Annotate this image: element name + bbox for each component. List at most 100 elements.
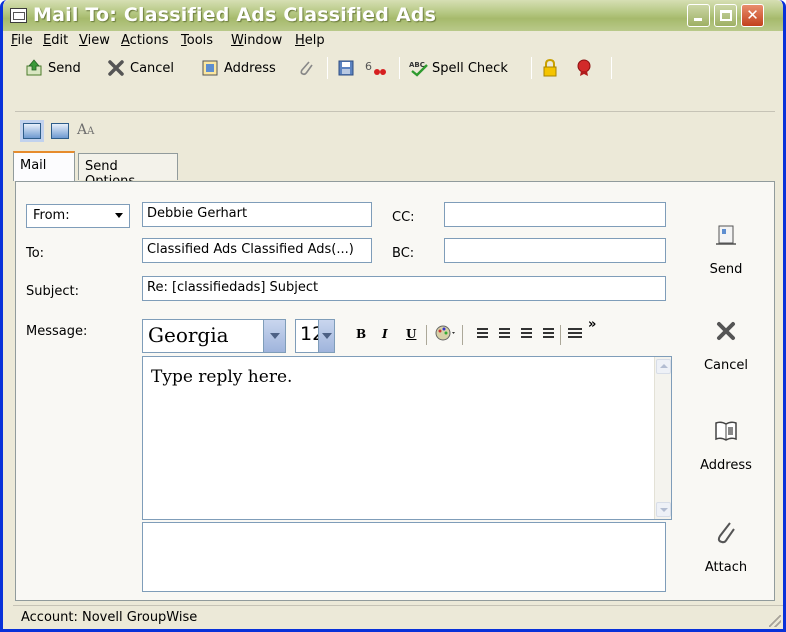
cancel-side-button[interactable]: Cancel [681, 318, 771, 373]
tab-mail[interactable]: Mail [13, 151, 75, 181]
menu-bar: File Edit View Actions Tools Window Help [3, 31, 783, 51]
font-family-value: Georgia [148, 323, 229, 347]
tab-send-options[interactable]: Send Options [78, 153, 178, 189]
from-dropdown-label: From: [33, 208, 70, 223]
subject-field[interactable]: Re: [classifiedads] Subject [142, 276, 666, 301]
address-book-icon [201, 59, 219, 77]
menu-actions[interactable]: Actions [121, 33, 169, 48]
address-toolbar-button[interactable]: Address [201, 57, 276, 79]
format-separator [560, 325, 561, 345]
font-size-select[interactable]: 12 [295, 319, 335, 353]
underline-button[interactable]: U [406, 327, 416, 341]
bold-button[interactable]: B [356, 327, 366, 341]
cancel-side-label: Cancel [703, 358, 749, 373]
cancel-toolbar-label: Cancel [130, 60, 175, 76]
menu-file[interactable]: File [11, 33, 33, 48]
to-field[interactable]: Classified Ads Classified Ads(...) [142, 238, 372, 263]
highlight-color-button[interactable] [434, 324, 458, 348]
send-options-icon: 6 [365, 59, 386, 77]
toolbar-separator [531, 57, 532, 79]
html-view-icon[interactable] [51, 123, 69, 139]
send-side-button[interactable]: Send [681, 222, 771, 277]
scroll-up-icon[interactable] [656, 359, 671, 374]
cc-label: CC: [392, 210, 415, 225]
send-toolbar-label: Send [48, 60, 81, 76]
resize-grip-icon[interactable] [769, 615, 781, 627]
spell-check-button[interactable]: ABC Spell Check [409, 57, 508, 79]
toolbar-separator [611, 57, 612, 79]
increase-indent-icon[interactable] [538, 328, 554, 341]
numbered-list-icon[interactable] [472, 328, 488, 341]
close-icon: ✕ [746, 6, 759, 24]
bullet-list-icon[interactable] [494, 328, 510, 341]
menu-help[interactable]: Help [295, 33, 325, 48]
main-toolbar: Send Cancel Address 6 ABC Spell Check [15, 53, 775, 83]
address-book-icon [681, 418, 771, 446]
address-side-button[interactable]: Address [681, 418, 771, 473]
format-separator [426, 325, 427, 345]
message-label: Message: [26, 324, 88, 339]
editor-scrollbar[interactable] [654, 357, 671, 519]
send-icon [681, 222, 771, 250]
decrease-indent-icon[interactable] [516, 328, 532, 341]
color-palette-icon [435, 325, 455, 341]
scroll-down-icon[interactable] [656, 502, 671, 517]
title-bar[interactable]: Mail To: Classified Ads Classified Ads ✕ [3, 0, 783, 31]
menu-tools[interactable]: Tools [181, 33, 213, 48]
from-field[interactable]: Debbie Gerhart [142, 202, 372, 227]
cancel-icon [107, 59, 125, 77]
mail-compose-window: Mail To: Classified Ads Classified Ads ✕… [0, 0, 786, 632]
save-draft-button[interactable] [337, 57, 360, 79]
maximize-button[interactable] [714, 4, 737, 27]
address-toolbar-label: Address [224, 60, 276, 76]
svg-text:6: 6 [365, 60, 372, 73]
bc-field[interactable] [444, 238, 666, 263]
sign-button[interactable] [575, 57, 598, 79]
maximize-icon [720, 10, 732, 21]
chevron-down-icon[interactable] [263, 320, 285, 352]
format-toolbar: Georgia 12 B I U » [142, 314, 672, 354]
subject-label: Subject: [26, 284, 79, 299]
lock-icon [541, 58, 559, 77]
attachment-area[interactable] [142, 522, 666, 592]
more-options-icon[interactable]: » [588, 317, 596, 332]
minimize-icon [694, 18, 702, 21]
send-icon [25, 59, 43, 77]
toolbar-separator [327, 57, 328, 79]
font-family-select[interactable]: Georgia [142, 319, 286, 353]
menu-view[interactable]: View [79, 33, 110, 48]
cancel-icon [681, 318, 771, 346]
status-bar: Account: Novell GroupWise [13, 605, 783, 629]
attach-toolbar-button[interactable] [297, 57, 320, 79]
from-dropdown[interactable]: From: [26, 204, 130, 228]
font-size-icon[interactable]: AA [77, 122, 94, 138]
encrypt-button[interactable] [541, 57, 564, 79]
close-button[interactable]: ✕ [741, 4, 764, 27]
cc-field[interactable] [444, 202, 666, 227]
italic-button[interactable]: I [382, 327, 388, 341]
paperclip-icon [297, 59, 315, 77]
send-toolbar-button[interactable]: Send [25, 57, 81, 79]
cancel-toolbar-button[interactable]: Cancel [107, 57, 174, 79]
menu-edit[interactable]: Edit [43, 33, 68, 48]
message-body-editor[interactable]: Type reply here. [142, 356, 672, 520]
to-label: To: [26, 246, 45, 261]
address-side-label: Address [700, 458, 752, 473]
toolbar-divider [15, 111, 775, 112]
view-toolbar: AA [15, 117, 215, 145]
send-options-button[interactable]: 6 [365, 57, 388, 79]
toolbar-separator [399, 57, 400, 79]
message-body-text: Type reply here. [151, 367, 293, 387]
menu-window[interactable]: Window [231, 33, 282, 48]
minimize-button[interactable] [687, 4, 710, 27]
floppy-disk-icon [337, 59, 355, 77]
plain-text-view-icon[interactable] [23, 123, 41, 139]
attach-side-button[interactable]: Attach [681, 520, 771, 575]
align-left-icon[interactable] [566, 328, 582, 341]
send-side-label: Send [709, 262, 743, 277]
chevron-down-icon[interactable] [318, 320, 334, 352]
spell-check-label: Spell Check [432, 60, 508, 76]
format-separator [462, 325, 463, 345]
bc-label: BC: [392, 246, 415, 261]
spell-check-icon: ABC [409, 59, 428, 77]
